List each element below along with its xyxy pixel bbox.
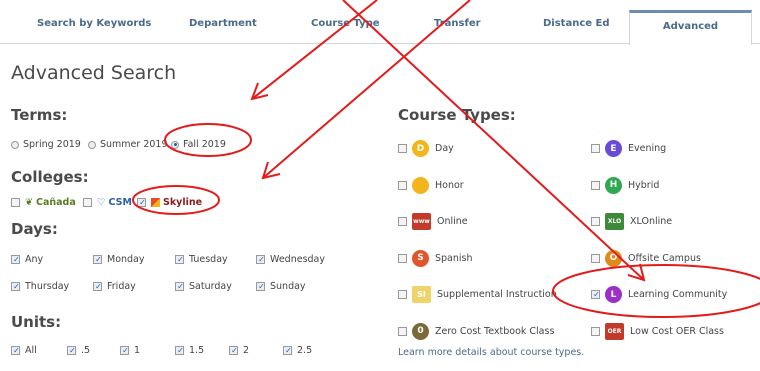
day-sunday[interactable]: Sunday [256, 281, 306, 292]
course-type-day[interactable]: D Day [398, 140, 454, 157]
unit-1-5[interactable]: 1.5 [175, 345, 204, 356]
checkbox[interactable] [137, 198, 147, 207]
term-spring-2019[interactable]: Spring 2019 [11, 139, 81, 150]
checkbox[interactable] [591, 144, 600, 153]
tab-search-by-keywords[interactable]: Search by Keywords [37, 18, 151, 29]
checkbox[interactable] [591, 290, 601, 299]
day-friday[interactable]: Friday [93, 281, 136, 292]
unit-2-5[interactable]: 2.5 [283, 345, 312, 356]
college-csm[interactable]: ♡ CSM [83, 197, 132, 208]
unit-0-5[interactable]: .5 [67, 345, 90, 356]
tab-department[interactable]: Department [189, 18, 257, 29]
course-type-spanish[interactable]: S Spanish [398, 249, 473, 267]
course-type-offsite-campus[interactable]: O Offsite Campus [591, 249, 701, 267]
days-heading: Days: [11, 220, 58, 238]
day-monday[interactable]: Monday [93, 254, 145, 265]
online-icon: www [412, 213, 431, 230]
course-type-low-cost-oer-class[interactable]: OER Low Cost OER Class [591, 322, 724, 340]
search-tabs: Search by Keywords Department Course Typ… [0, 0, 760, 45]
checkbox[interactable] [398, 144, 407, 153]
honor-medal-icon [412, 176, 429, 194]
checkbox[interactable] [398, 253, 407, 263]
hybrid-icon: H [605, 176, 622, 194]
tab-course-type[interactable]: Course Type [311, 18, 380, 29]
day-saturday[interactable]: Saturday [175, 281, 232, 292]
term-summer-2019[interactable]: Summer 2019 [88, 139, 168, 150]
zero-cost-book-icon: 0 [412, 322, 429, 340]
tab-transfer[interactable]: Transfer [434, 18, 481, 29]
course-type-learning-community[interactable]: LLearning Community [591, 286, 727, 303]
skyline-logo-icon [151, 198, 160, 207]
course-type-online[interactable]: www Online [398, 213, 468, 230]
canada-logo-icon: ❦ [25, 197, 33, 208]
term-fall-2019[interactable]: Fall 2019 [171, 139, 226, 150]
checkbox[interactable] [591, 253, 600, 263]
offsite-icon: O [605, 249, 622, 267]
college-skyline[interactable]: Skyline [137, 197, 202, 208]
checkbox[interactable] [591, 217, 600, 226]
unit-2[interactable]: 2 [229, 345, 249, 356]
checkbox[interactable] [591, 326, 600, 336]
radio-button[interactable] [171, 140, 179, 149]
radio-button[interactable] [88, 140, 96, 149]
sun-icon: D [412, 140, 429, 157]
course-type-xlonline[interactable]: XLO XLOnline [591, 213, 672, 230]
spanish-icon: S [412, 249, 429, 267]
course-type-zero-cost-textbook-class[interactable]: 0 Zero Cost Textbook Class [398, 322, 554, 340]
checkbox[interactable] [398, 290, 407, 299]
course-type-supplemental-instruction[interactable]: SI Supplemental Instruction [398, 286, 557, 303]
units-heading: Units: [11, 313, 62, 331]
checkbox[interactable] [398, 326, 407, 336]
checkbox[interactable] [398, 180, 407, 190]
learn-more-link[interactable]: Learn more details about course types. [398, 347, 584, 358]
learning-community-icon: L [605, 286, 622, 303]
day-any[interactable]: Any [11, 254, 43, 265]
day-thursday[interactable]: Thursday [11, 281, 69, 292]
checkbox[interactable] [83, 198, 92, 207]
course-type-hybrid[interactable]: H Hybrid [591, 176, 659, 194]
csm-logo-icon: ♡ [97, 197, 106, 208]
checkbox[interactable] [591, 180, 600, 190]
radio-button[interactable] [11, 140, 19, 149]
oer-icon: OER [605, 322, 624, 340]
course-type-honor[interactable]: Honor [398, 176, 464, 194]
day-tuesday[interactable]: Tuesday [175, 254, 228, 265]
college-canada[interactable]: ❦ Cañada [11, 197, 76, 208]
day-wednesday[interactable]: Wednesday [256, 254, 325, 265]
evening-icon: E [605, 140, 622, 157]
tab-distance-ed[interactable]: Distance Ed [543, 18, 610, 29]
tab-advanced[interactable]: Advanced [629, 10, 752, 45]
unit-1[interactable]: 1 [120, 345, 140, 356]
terms-heading: Terms: [11, 106, 68, 124]
course-types-heading: Course Types: [398, 106, 516, 124]
page-title: Advanced Search [11, 62, 177, 84]
arrow-head [250, 82, 269, 101]
si-icon: SI [412, 286, 431, 303]
checkbox[interactable] [11, 198, 20, 207]
arrow-head [261, 161, 281, 180]
course-type-evening[interactable]: E Evening [591, 140, 666, 157]
xlonline-icon: XLO [605, 213, 624, 230]
unit-all[interactable]: All [11, 345, 37, 356]
colleges-heading: Colleges: [11, 168, 89, 186]
checkbox[interactable] [398, 217, 407, 226]
